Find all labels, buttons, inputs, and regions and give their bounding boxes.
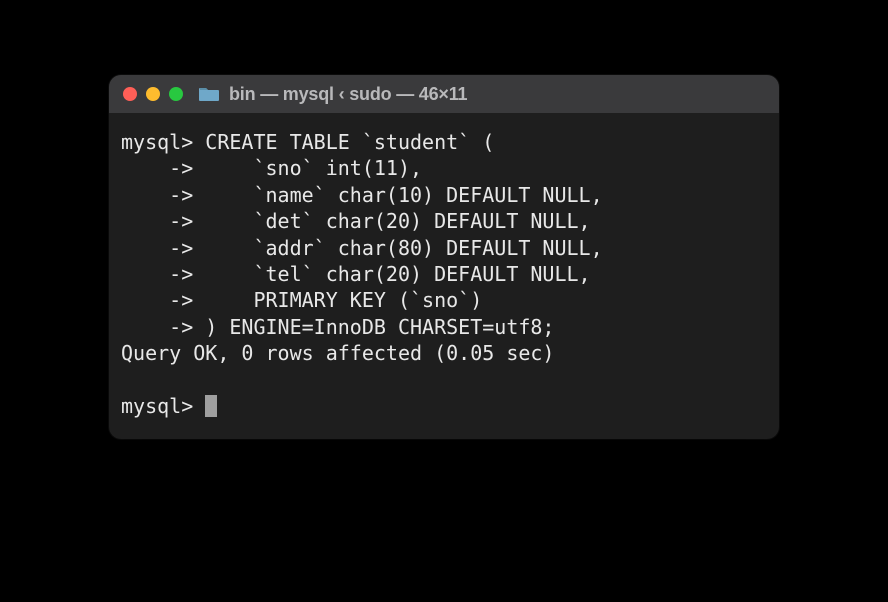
terminal-line: -> `name` char(10) DEFAULT NULL, bbox=[121, 183, 603, 207]
titlebar[interactable]: bin — mysql ‹ sudo — 46×11 bbox=[109, 75, 779, 113]
terminal-line: -> `tel` char(20) DEFAULT NULL, bbox=[121, 262, 591, 286]
terminal-line: -> ) ENGINE=InnoDB CHARSET=utf8; bbox=[121, 315, 554, 339]
terminal-line: Query OK, 0 rows affected (0.05 sec) bbox=[121, 341, 554, 365]
maximize-icon[interactable] bbox=[169, 87, 183, 101]
minimize-icon[interactable] bbox=[146, 87, 160, 101]
terminal-line: -> PRIMARY KEY (`sno`) bbox=[121, 288, 482, 312]
traffic-lights bbox=[123, 87, 183, 101]
terminal-line: -> `sno` int(11), bbox=[121, 156, 422, 180]
folder-icon bbox=[198, 85, 220, 103]
cursor-icon bbox=[205, 395, 217, 417]
terminal-body[interactable]: mysql> CREATE TABLE `student` ( -> `sno`… bbox=[109, 113, 779, 439]
terminal-prompt: mysql> bbox=[121, 394, 205, 418]
terminal-line: -> `det` char(20) DEFAULT NULL, bbox=[121, 209, 591, 233]
window-title: bin — mysql ‹ sudo — 46×11 bbox=[229, 84, 467, 105]
terminal-window: bin — mysql ‹ sudo — 46×11 mysql> CREATE… bbox=[109, 75, 779, 439]
close-icon[interactable] bbox=[123, 87, 137, 101]
terminal-line: -> `addr` char(80) DEFAULT NULL, bbox=[121, 236, 603, 260]
terminal-line: mysql> CREATE TABLE `student` ( bbox=[121, 130, 494, 154]
